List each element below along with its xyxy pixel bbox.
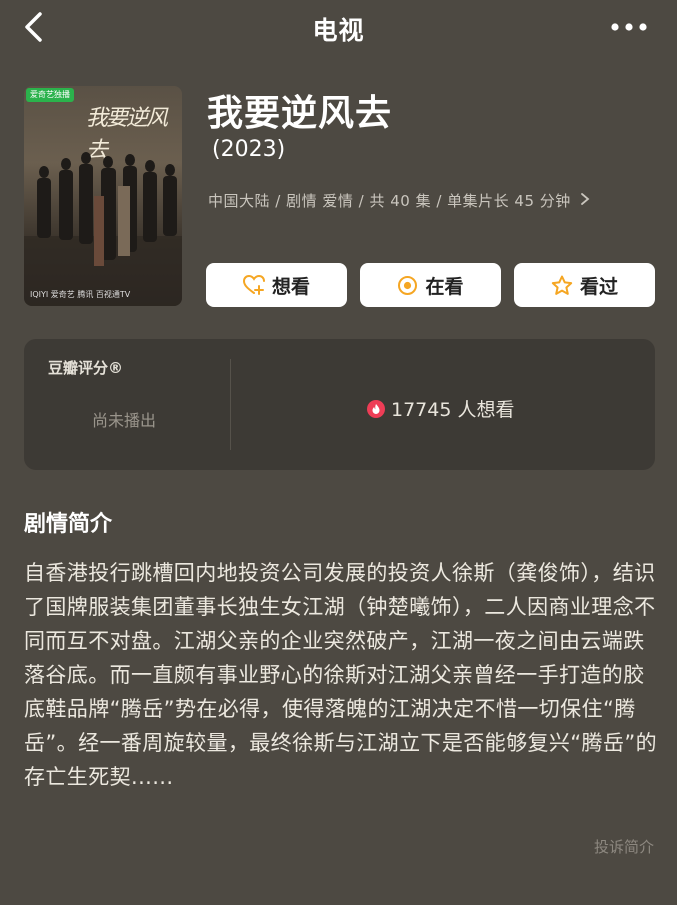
chevron-right-icon [581, 193, 590, 205]
douban-rating-label: 豆瓣评分® [48, 359, 124, 377]
want-to-watch-button[interactable]: 想看 [206, 263, 347, 307]
watching-label: 在看 [425, 275, 464, 298]
rating-status: 尚未播出 [92, 411, 157, 430]
report-synopsis-link[interactable]: 投诉简介 [594, 836, 654, 857]
more-options-icon[interactable] [609, 14, 649, 40]
rating-card: 豆瓣评分® 尚未播出 17745 人想看 [24, 339, 655, 470]
top-bar: 电视 [0, 0, 677, 54]
show-meta-link[interactable]: 中国大陆 / 剧情 爱情 / 共 40 集 / 单集片长 45 分钟 [208, 190, 590, 211]
synopsis-heading: 剧情简介 [24, 512, 113, 537]
poster-cast-figures [24, 152, 182, 306]
want-count[interactable]: 17745 人想看 [367, 395, 514, 422]
watched-button[interactable]: 看过 [514, 263, 655, 307]
target-circle-icon [398, 275, 418, 295]
heart-plus-icon [242, 275, 265, 295]
poster-footer: IQIYI 爱奇艺 腾讯 百视通TV [30, 290, 131, 299]
star-icon [551, 275, 573, 295]
watched-label: 看过 [579, 275, 618, 298]
synopsis-text: 自香港投行跳槽回内地投资公司发展的投资人徐斯（龚俊饰），结识了国牌服装集团董事长… [24, 561, 658, 789]
show-poster[interactable]: 爱奇艺独播 我要逆风去 IQIYI 爱奇艺 腾讯 百视通TV [24, 86, 182, 306]
show-year: (2023) [212, 137, 286, 162]
watching-button[interactable]: 在看 [360, 263, 501, 307]
want-to-watch-label: 想看 [271, 275, 310, 298]
show-meta-text: 中国大陆 / 剧情 爱情 / 共 40 集 / 单集片长 45 分钟 [208, 192, 571, 210]
want-count-text: 17745 人想看 [391, 399, 515, 421]
rating-divider [230, 359, 231, 450]
fire-icon [367, 399, 385, 418]
page-title: 电视 [312, 16, 365, 45]
show-title: 我要逆风去 [207, 93, 393, 134]
